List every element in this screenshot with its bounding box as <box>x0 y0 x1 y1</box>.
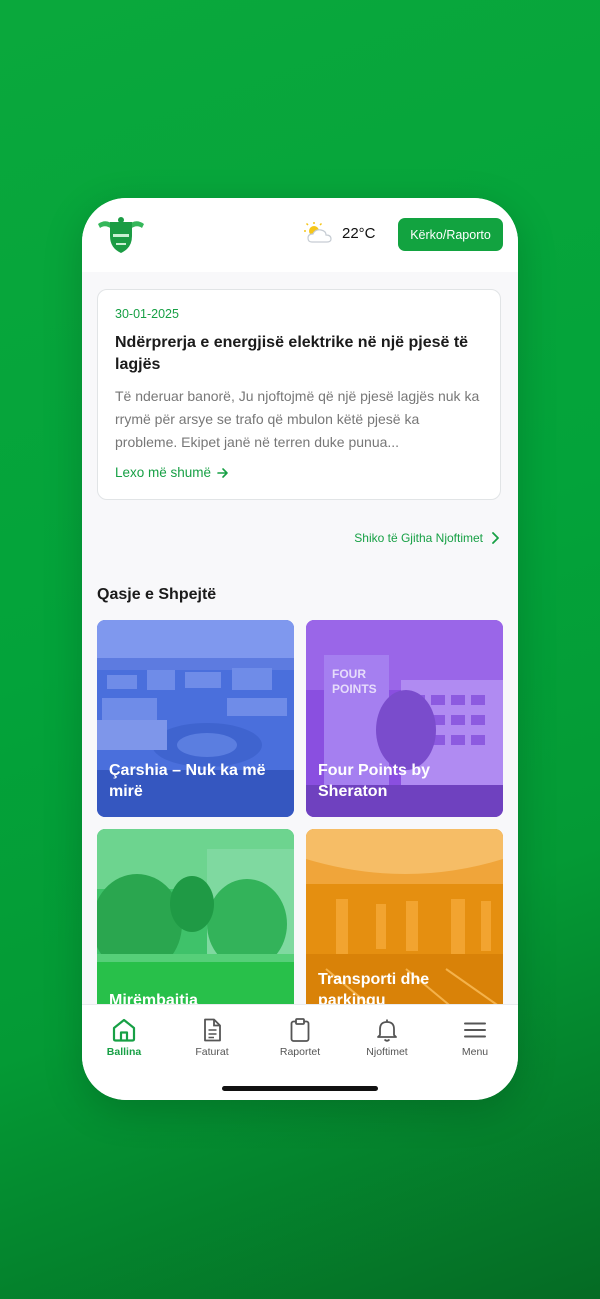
document-icon <box>204 1018 221 1042</box>
tab-label: Faturat <box>195 1046 229 1058</box>
app-header: 22°C Kërko/Raporto <box>82 198 518 272</box>
quick-access-tile-hotel[interactable]: FOUR POINTS Four Points by Sheraton <box>306 620 503 817</box>
tab-label: Njoftimet <box>366 1046 408 1058</box>
weather-widget: 22°C <box>304 222 376 244</box>
svg-text:POINTS: POINTS <box>332 682 377 696</box>
read-more-link[interactable]: Lexo më shumë <box>115 465 229 480</box>
home-indicator <box>222 1086 378 1091</box>
search-report-button[interactable]: Kërko/Raporto <box>398 218 503 251</box>
news-card[interactable]: 30-01-2025 Ndërprerja e energjisë elektr… <box>97 289 501 500</box>
chevron-right-icon <box>492 532 499 544</box>
tile-label: Four Points by Sheraton <box>318 762 430 800</box>
tab-invoices[interactable]: Faturat <box>177 1017 247 1058</box>
read-more-label: Lexo më shumë <box>115 465 212 480</box>
tab-label: Menu <box>461 1046 489 1058</box>
municipality-logo[interactable] <box>96 216 146 256</box>
quick-access-tile-transport[interactable]: Transporti dhe parkingu <box>306 829 503 1026</box>
tab-home[interactable]: Ballina <box>89 1017 159 1058</box>
tab-label: Raportet <box>279 1046 321 1058</box>
tab-label: Ballina <box>106 1046 142 1058</box>
partly-cloudy-icon <box>304 222 332 243</box>
tab-notifications[interactable]: Njoftimet <box>352 1017 422 1058</box>
see-all-label: Shiko të Gjitha Njoftimet <box>354 531 483 545</box>
svg-text:FOUR: FOUR <box>332 667 366 681</box>
menu-icon <box>464 1022 486 1038</box>
arrow-right-icon <box>217 467 228 478</box>
news-date: 30-01-2025 <box>115 307 179 321</box>
phone-screen: 22°C Kërko/Raporto 30-01-2025 Ndërprerja… <box>82 198 518 1100</box>
home-icon <box>112 1018 136 1042</box>
quick-access-tile-bazaar[interactable]: Çarshia – Nuk ka më mirë <box>97 620 294 817</box>
clipboard-icon <box>290 1018 310 1042</box>
see-all-notifications-link[interactable]: Shiko të Gjitha Njoftimet <box>354 531 499 545</box>
tile-label: Çarshia – Nuk ka më mirë <box>109 762 266 800</box>
tab-menu[interactable]: Menu <box>440 1017 510 1058</box>
temperature: 22°C <box>342 224 376 242</box>
bell-icon <box>377 1019 397 1042</box>
news-title: Ndërprerja e energjisë elektrike në një … <box>115 334 469 373</box>
quick-access-tile-maintenance[interactable]: Mirëmbajtja <box>97 829 294 1026</box>
tab-reports[interactable]: Raportet <box>265 1017 335 1058</box>
quick-access-title: Qasje e Shpejtë <box>97 586 217 603</box>
news-body: Të nderuar banorë, Ju njoftojmë që një p… <box>115 388 480 450</box>
